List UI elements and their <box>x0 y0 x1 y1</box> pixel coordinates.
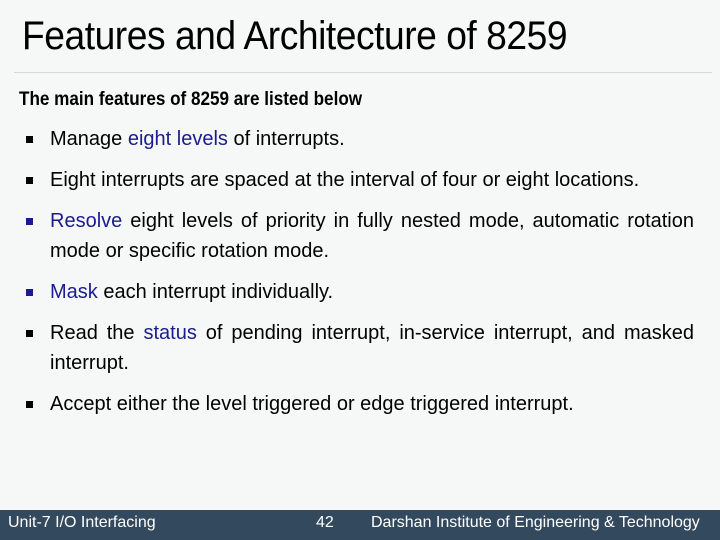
slide-footer: Unit-7 I/O Interfacing 42 Darshan Instit… <box>0 510 720 540</box>
square-bullet-icon <box>26 401 33 408</box>
highlighted-term: eight levels <box>127 128 228 150</box>
bullet-item: Resolve eight levels of priority in full… <box>26 206 694 266</box>
bullet-item: Eight interrupts are spaced at the inter… <box>26 165 694 195</box>
text-run: Accept either the level triggered or edg… <box>50 393 574 415</box>
square-bullet-icon <box>26 289 33 296</box>
title-divider <box>14 72 712 73</box>
bullet-text: Accept either the level triggered or edg… <box>50 389 694 419</box>
highlighted-term: status <box>143 322 197 344</box>
bullet-text: Manage eight levels of interrupts. <box>50 124 694 154</box>
bullet-text: Read the status of pending interrupt, in… <box>50 318 694 378</box>
bullet-text: Mask each interrupt individually. <box>50 277 694 307</box>
text-run: Read the <box>50 322 144 344</box>
square-bullet-icon <box>26 330 33 337</box>
bullet-item: Accept either the level triggered or edg… <box>26 389 694 419</box>
text-run: Eight interrupts are spaced at the inter… <box>50 169 640 191</box>
text-run: of interrupts. <box>227 128 345 150</box>
bullet-text: Eight interrupts are spaced at the inter… <box>50 165 694 195</box>
highlighted-term: Resolve <box>50 210 123 232</box>
text-run: each interrupt individually. <box>97 281 334 303</box>
text-run: Manage <box>50 128 128 150</box>
bullet-item: Read the status of pending interrupt, in… <box>26 318 694 378</box>
text-run: eight levels of priority in fully nested… <box>50 210 694 262</box>
footer-unit: Unit-7 I/O Interfacing <box>8 514 156 531</box>
bullet-item: Manage eight levels of interrupts. <box>26 124 694 154</box>
highlighted-term: Mask <box>50 281 98 303</box>
intro-heading: The main features of 8259 are listed bel… <box>19 89 363 110</box>
square-bullet-icon <box>26 177 33 184</box>
square-bullet-icon <box>26 218 33 225</box>
page-number: 42 <box>316 514 334 531</box>
bullet-list: Manage eight levels of interrupts. Eight… <box>26 124 694 430</box>
bullet-text: Resolve eight levels of priority in full… <box>50 206 694 266</box>
bullet-item: Mask each interrupt individually. <box>26 277 694 307</box>
square-bullet-icon <box>26 136 33 143</box>
slide-title: Features and Architecture of 8259 <box>22 14 568 58</box>
footer-institute: Darshan Institute of Engineering & Techn… <box>371 514 700 531</box>
